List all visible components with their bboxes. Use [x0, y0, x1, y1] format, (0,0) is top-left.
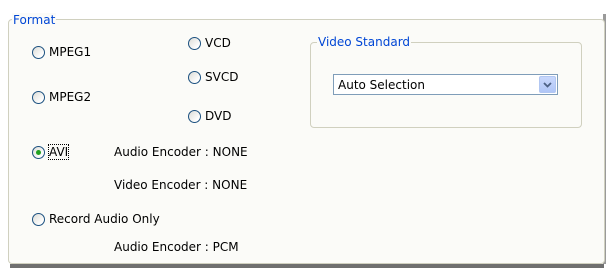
radio-button-icon — [188, 36, 201, 50]
radio-record-audio-only[interactable]: Record Audio Only — [32, 212, 160, 226]
radio-record-audio-only-label: Record Audio Only — [49, 212, 160, 226]
avi-video-encoder-text: Video Encoder : NONE — [114, 178, 248, 192]
radio-mpeg1[interactable]: MPEG1 — [32, 45, 91, 59]
panel-bottom-border — [10, 264, 604, 268]
video-standard-dropdown[interactable]: Auto Selection — [333, 74, 558, 95]
chevron-down-icon[interactable] — [539, 76, 556, 93]
radio-mpeg2[interactable]: MPEG2 — [32, 90, 91, 104]
radio-button-icon — [32, 90, 45, 104]
radio-button-icon — [188, 109, 201, 123]
radio-button-icon — [32, 212, 45, 226]
radio-dvd-label: DVD — [205, 109, 232, 123]
radio-dvd[interactable]: DVD — [188, 109, 231, 123]
radio-svcd[interactable]: SVCD — [188, 70, 238, 84]
radio-vcd-label: VCD — [205, 36, 231, 50]
avi-audio-encoder-text: Audio Encoder : NONE — [114, 145, 248, 159]
radio-svcd-label: SVCD — [205, 70, 239, 84]
video-standard-legend: Video Standard — [317, 35, 412, 49]
radio-mpeg2-label: MPEG2 — [49, 90, 92, 104]
format-legend: Format — [12, 13, 57, 27]
video-standard-selected-value: Auto Selection — [338, 77, 425, 92]
radio-button-icon — [32, 45, 45, 59]
radio-button-icon — [188, 70, 201, 84]
radio-vcd[interactable]: VCD — [188, 36, 231, 50]
radio-button-checked-icon — [32, 145, 45, 159]
record-audio-encoder-text: Audio Encoder : PCM — [114, 240, 239, 254]
radio-avi[interactable]: AVI — [32, 144, 70, 160]
radio-mpeg1-label: MPEG1 — [49, 45, 92, 59]
radio-avi-label: AVI — [47, 144, 70, 160]
